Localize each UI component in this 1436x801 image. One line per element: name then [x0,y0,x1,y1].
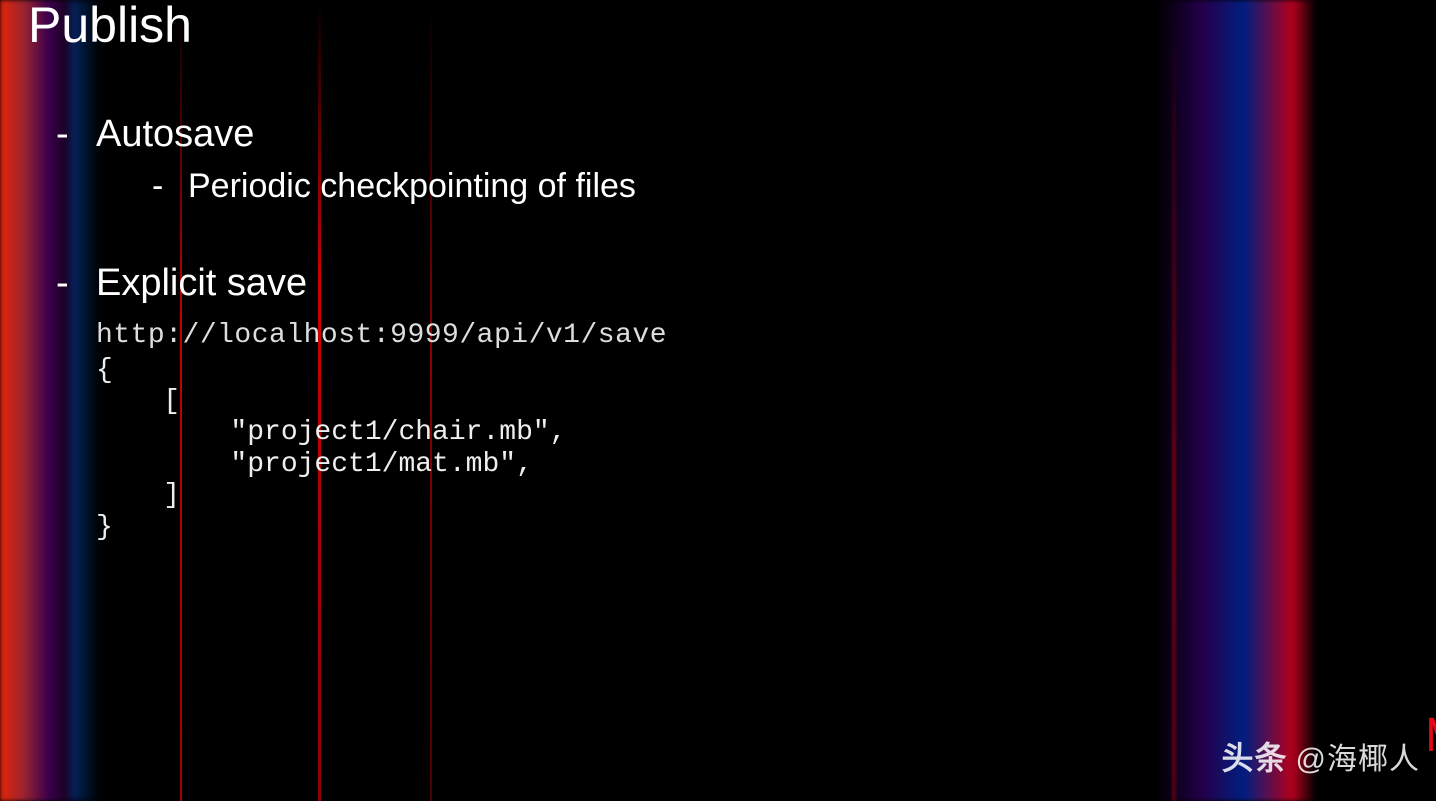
slide-title: Publish [28,0,1408,50]
bullet-explicit-label: Explicit save [96,262,307,304]
bullet-list: Autosave Periodic checkpointing of files… [28,110,1408,543]
slide-content: Publish Autosave Periodic checkpointing … [0,0,1436,543]
code-block: { [ "project1/chair.mb", "project1/mat.m… [96,355,1408,543]
watermark: 头条 @海椰人 [1222,733,1420,779]
bullet-explicit-save: Explicit save http://localhost:9999/api/… [56,259,1408,543]
netflix-logo-icon: N [1427,708,1436,763]
bullet-autosave-sublist: Periodic checkpointing of files [96,163,1408,211]
slide: Publish Autosave Periodic checkpointing … [0,0,1436,801]
api-endpoint: http://localhost:9999/api/v1/save [96,318,1408,354]
watermark-brand: 头条 [1222,733,1288,779]
watermark-handle: @海椰人 [1296,734,1420,778]
bullet-autosave-label: Autosave [96,113,254,155]
bullet-autosave-sub1: Periodic checkpointing of files [152,163,1408,211]
bullet-autosave: Autosave Periodic checkpointing of files [56,110,1408,211]
